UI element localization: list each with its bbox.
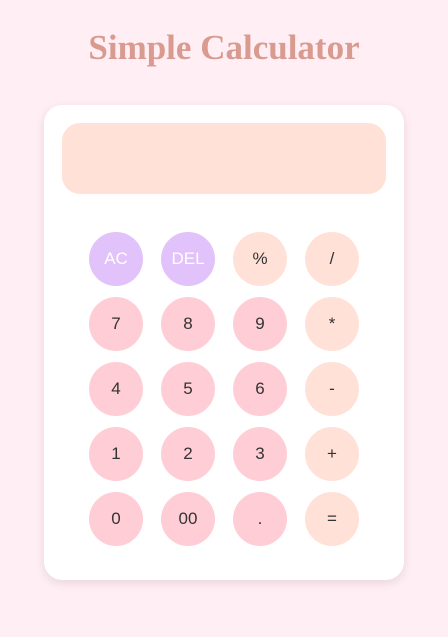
equals-button[interactable]: = xyxy=(305,492,359,546)
digit-4-button[interactable]: 4 xyxy=(89,362,143,416)
digit-5-button[interactable]: 5 xyxy=(161,362,215,416)
digit-8-button[interactable]: 8 xyxy=(161,297,215,351)
percent-button[interactable]: % xyxy=(233,232,287,286)
digit-6-button[interactable]: 6 xyxy=(233,362,287,416)
digit-1-button[interactable]: 1 xyxy=(89,427,143,481)
digit-0-button[interactable]: 0 xyxy=(89,492,143,546)
decimal-point-button[interactable]: . xyxy=(233,492,287,546)
digit-3-button[interactable]: 3 xyxy=(233,427,287,481)
add-button[interactable]: + xyxy=(305,427,359,481)
clear-all-button[interactable]: AC xyxy=(89,232,143,286)
multiply-button[interactable]: * xyxy=(305,297,359,351)
delete-button[interactable]: DEL xyxy=(161,232,215,286)
keypad: AC DEL % / 7 8 9 * 4 5 6 - 1 2 3 + 0 00 … xyxy=(89,232,359,546)
subtract-button[interactable]: - xyxy=(305,362,359,416)
page: Simple Calculator AC DEL % / 7 8 9 * 4 5… xyxy=(0,0,448,637)
divide-button[interactable]: / xyxy=(305,232,359,286)
double-zero-button[interactable]: 00 xyxy=(161,492,215,546)
digit-7-button[interactable]: 7 xyxy=(89,297,143,351)
digit-9-button[interactable]: 9 xyxy=(233,297,287,351)
calculator-display xyxy=(62,123,386,194)
calculator-panel: AC DEL % / 7 8 9 * 4 5 6 - 1 2 3 + 0 00 … xyxy=(44,105,404,580)
digit-2-button[interactable]: 2 xyxy=(161,427,215,481)
page-title: Simple Calculator xyxy=(88,28,360,67)
